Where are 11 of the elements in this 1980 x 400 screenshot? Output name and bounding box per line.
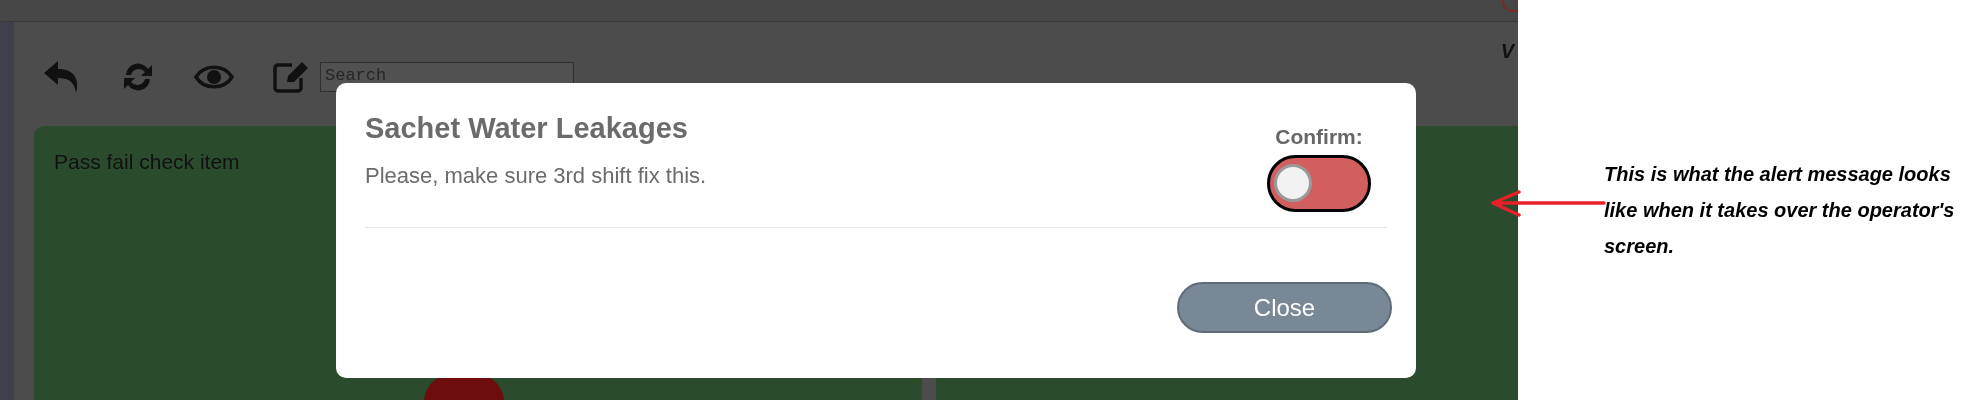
arrow-icon <box>1490 190 1606 218</box>
dialog-message: Please, make sure 3rd shift fix this. <box>365 162 707 190</box>
dialog-title: Sachet Water Leakages <box>365 111 689 145</box>
confirm-toggle[interactable] <box>1267 154 1371 212</box>
edit-icon[interactable] <box>272 60 310 94</box>
close-button[interactable]: Close <box>1177 282 1392 333</box>
annotation-text: This is what the alert message looks like when it takes over the operator's screen. <box>1604 162 1956 259</box>
confirm-label: Confirm: <box>1275 124 1363 150</box>
panel-title: Pass fail check item <box>54 150 240 173</box>
cut-text: V <box>1500 39 1514 64</box>
eye-icon[interactable] <box>194 64 234 90</box>
